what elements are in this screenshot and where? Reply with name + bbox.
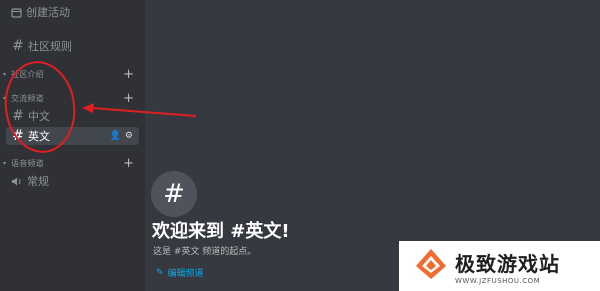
calendar-icon (9, 7, 23, 18)
category-chat[interactable]: ▾ 交流频道 + (0, 91, 145, 106)
channel-hash-icon: # (151, 171, 197, 217)
hash-icon: # (12, 38, 24, 54)
add-channel-icon[interactable]: + (123, 91, 134, 106)
chevron-down-icon: ▾ (3, 159, 7, 167)
edit-channel-label: 编辑频道 (167, 269, 204, 279)
watermark-title: 极致游戏站 (455, 251, 560, 276)
channel-item-rules[interactable]: # 社区规则 (0, 37, 145, 55)
category-label: 交流频道 (11, 93, 44, 103)
gear-icon[interactable]: ⚙ (125, 131, 133, 141)
channel-item-chinese[interactable]: # 中文 (0, 107, 145, 125)
category-intro[interactable]: ▾ 社区介绍 + (0, 67, 145, 82)
create-event-label: 创建活动 (26, 6, 70, 19)
welcome-subtitle: 这是 #英文 频道的起点。 (153, 247, 257, 257)
category-label: 社区介绍 (11, 69, 44, 79)
add-channel-icon[interactable]: + (123, 156, 134, 171)
chevron-down-icon: ▾ (3, 70, 7, 78)
category-label: 语音频道 (11, 158, 44, 168)
speaker-icon (10, 176, 24, 187)
channel-label: 英文 (28, 130, 50, 143)
invite-icon[interactable]: 👤 (110, 131, 121, 141)
channel-label: 社区规则 (28, 40, 72, 53)
pencil-icon: ✎ (156, 267, 164, 278)
channel-sidebar: 创建活动 # 社区规则 ▾ 社区介绍 + ▾ 交流频道 + # 中文 # 英文 … (0, 0, 145, 291)
chevron-down-icon: ▾ (3, 94, 7, 102)
channel-label: 中文 (28, 110, 50, 123)
channel-label: 常规 (27, 175, 49, 188)
create-event-item[interactable]: 创建活动 (0, 3, 145, 21)
channel-item-english[interactable]: # 英文 👤 ⚙ (6, 127, 139, 145)
watermark-logo-icon (413, 246, 449, 286)
welcome-title: 欢迎来到 #英文! (152, 221, 290, 242)
edit-channel-link[interactable]: ✎ 编辑频道 (156, 266, 204, 280)
watermark-banner: 极致游戏站 WWW.JZFUSHOU.COM (399, 241, 600, 291)
add-channel-icon[interactable]: + (123, 67, 134, 82)
watermark-url: WWW.JZFUSHOU.COM (455, 276, 541, 285)
hash-icon: # (12, 128, 24, 144)
category-voice[interactable]: ▾ 语音频道 + (0, 156, 145, 171)
hash-icon: # (12, 108, 24, 124)
voice-channel-general[interactable]: 常规 (0, 172, 145, 190)
